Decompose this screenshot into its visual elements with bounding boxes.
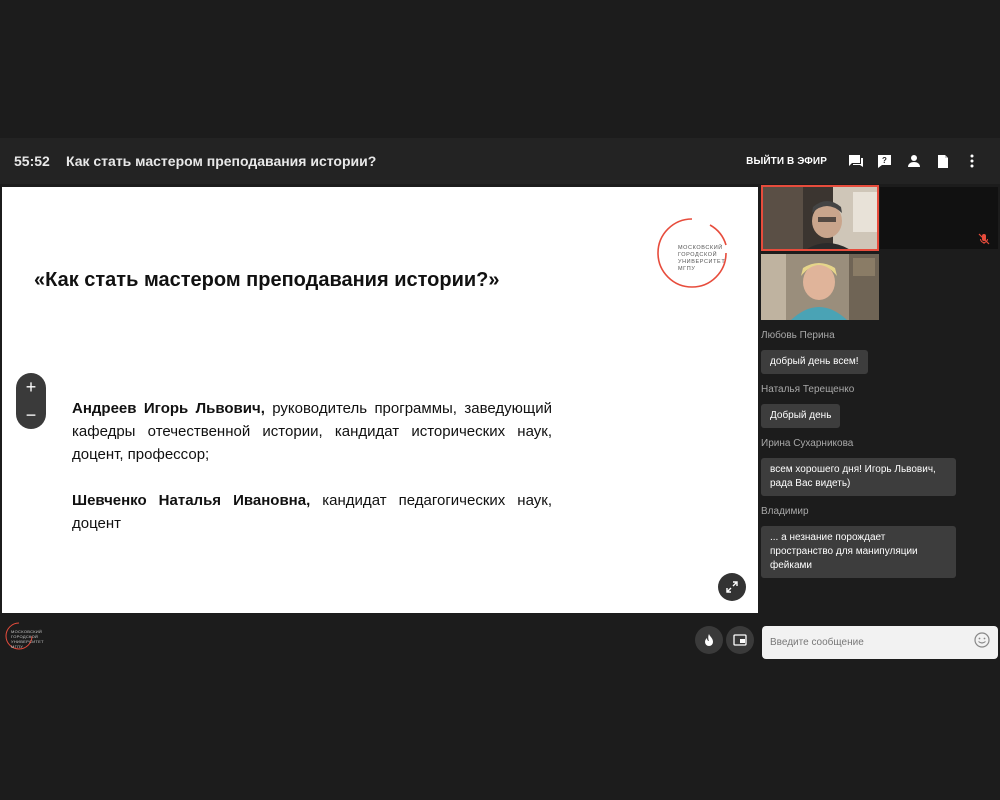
message-author: Любовь Перина xyxy=(761,330,835,341)
svg-text:?: ? xyxy=(882,156,887,165)
message-author: Владимир xyxy=(761,506,809,517)
logo-text: МОСКОВСКИЙ ГОРОДСКОЙ УНИВЕРСИТЕТ МГПУ xyxy=(678,245,726,272)
timer: 55:52 xyxy=(14,153,50,169)
pip-icon xyxy=(733,634,747,646)
university-logo: МОСКОВСКИЙ ГОРОДСКОЙ УНИВЕРСИТЕТ МГПУ xyxy=(650,215,732,288)
presentation-slide: «Как стать мастером преподавания истории… xyxy=(2,187,758,613)
more-vertical-icon[interactable] xyxy=(957,150,986,172)
chat-icon[interactable] xyxy=(841,150,870,172)
document-icon[interactable] xyxy=(928,150,957,172)
speaker-2: Шевченко Наталья Ивановна, кандидат педа… xyxy=(72,492,552,532)
message-text: ... а незнание порождает пространство дл… xyxy=(761,526,956,578)
speaker-video-1[interactable] xyxy=(761,185,879,251)
bottom-university-logo: МОСКОВСКИЙ ГОРОДСКОЙ УНИВЕРСИТЕТ МГПУ xyxy=(5,622,55,652)
slide-title: «Как стать мастером преподавания истории… xyxy=(34,269,500,291)
speaker-video-2[interactable] xyxy=(761,254,879,320)
reaction-button[interactable] xyxy=(695,626,723,654)
question-icon[interactable]: ? xyxy=(870,150,899,172)
speakers-text: Андреев Игорь Львович, руководитель прог… xyxy=(72,397,552,558)
expand-icon xyxy=(726,581,738,593)
speaker-1: Андреев Игорь Львович, руководитель прог… xyxy=(72,400,552,463)
flame-icon xyxy=(705,634,713,646)
picture-in-picture-button[interactable] xyxy=(726,626,754,654)
webinar-title: Как стать мастером преподавания истории? xyxy=(66,153,377,169)
chat-message: Любовь Перина добрый день всем! xyxy=(761,330,998,374)
zoom-controls: + − xyxy=(16,373,46,429)
bottom-logo-text: МОСКОВСКИЙ ГОРОДСКОЙ УНИВЕРСИТЕТ МГПУ xyxy=(11,629,44,649)
top-bar: 55:52 Как стать мастером преподавания ис… xyxy=(0,138,1000,184)
chat-message: Ирина Сухарникова всем хорошего дня! Иго… xyxy=(761,438,998,496)
mic-off-icon xyxy=(978,232,990,250)
message-text: добрый день всем! xyxy=(761,350,868,374)
message-author: Ирина Сухарникова xyxy=(761,438,854,449)
webinar-app: 55:52 Как стать мастером преподавания ис… xyxy=(0,0,1000,800)
message-author: Наталья Терещенко xyxy=(761,384,855,395)
chat-message: Наталья Терещенко Добрый день xyxy=(761,384,998,428)
chat-message: Владимир ... а незнание порождает простр… xyxy=(761,506,998,578)
fullscreen-button[interactable] xyxy=(718,573,746,601)
message-text: всем хорошего дня! Игорь Львович, рада В… xyxy=(761,458,956,496)
chat-input-box xyxy=(762,626,998,659)
message-text: Добрый день xyxy=(761,404,841,428)
go-live-button[interactable]: ВЫЙТИ В ЭФИР xyxy=(746,156,827,167)
person-icon[interactable] xyxy=(899,150,928,172)
zoom-in-button[interactable]: + xyxy=(16,374,46,400)
emoji-icon[interactable] xyxy=(974,632,990,653)
zoom-out-button[interactable]: − xyxy=(16,402,46,428)
top-actions: ВЫЙТИ В ЭФИР ? xyxy=(746,150,986,172)
chat-panel: Любовь Перина добрый день всем! Наталья … xyxy=(761,330,998,588)
message-input[interactable] xyxy=(770,637,974,648)
